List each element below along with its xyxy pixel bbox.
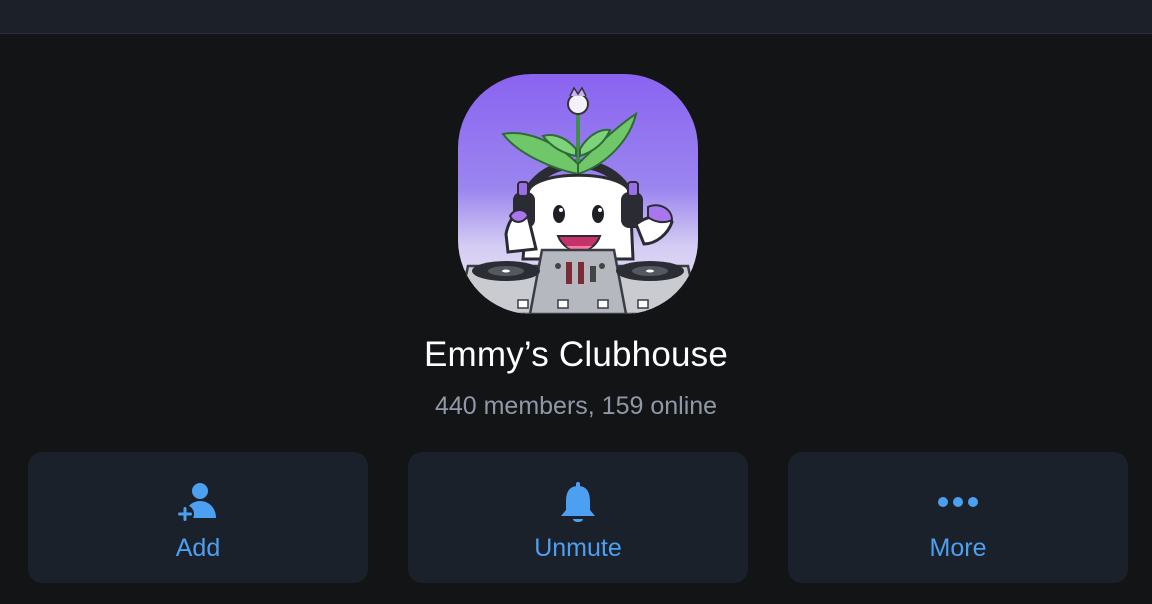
more-button[interactable]: More [788,452,1128,583]
unmute-button-label: Unmute [534,534,622,562]
group-member-count: 440 members, 159 online [434,392,718,420]
group-avatar[interactable] [458,74,698,314]
unmute-button[interactable]: Unmute [408,452,748,583]
add-button-label: Add [175,534,221,562]
avatar-illustration [458,86,698,314]
more-dots-icon [788,480,1128,526]
add-member-icon [28,480,368,526]
top-bar [0,0,1152,34]
add-button[interactable]: Add [28,452,368,583]
group-title: Emmy’s Clubhouse [423,335,729,374]
bell-icon [408,480,748,526]
more-button-label: More [929,534,987,562]
